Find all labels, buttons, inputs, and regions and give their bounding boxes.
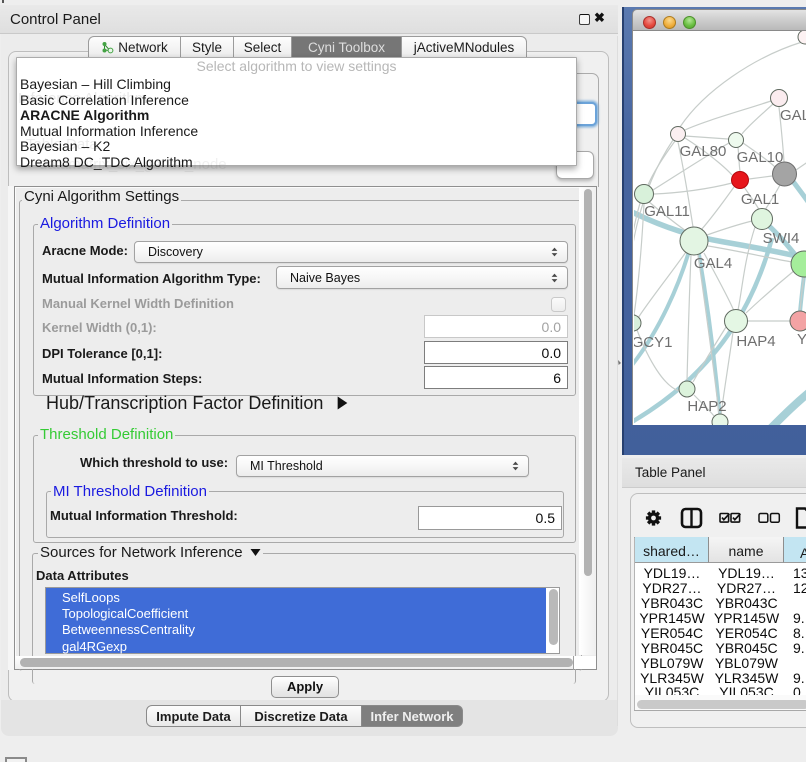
svg-text:HAP2: HAP2 [687,398,726,415]
svg-text:SWI4: SWI4 [763,230,800,247]
svg-text:Y: Y [797,331,806,348]
svg-text:GAL7: GAL7 [780,107,806,124]
svg-text:HAP4: HAP4 [736,333,775,350]
svg-text:GAL80: GAL80 [680,143,727,160]
svg-text:GAL11: GAL11 [644,203,690,220]
svg-text:GAL4: GAL4 [694,255,732,272]
svg-text:GAL10: GAL10 [737,149,784,166]
svg-text:GAL1: GAL1 [741,191,779,208]
svg-text:GCY1: GCY1 [634,334,672,351]
